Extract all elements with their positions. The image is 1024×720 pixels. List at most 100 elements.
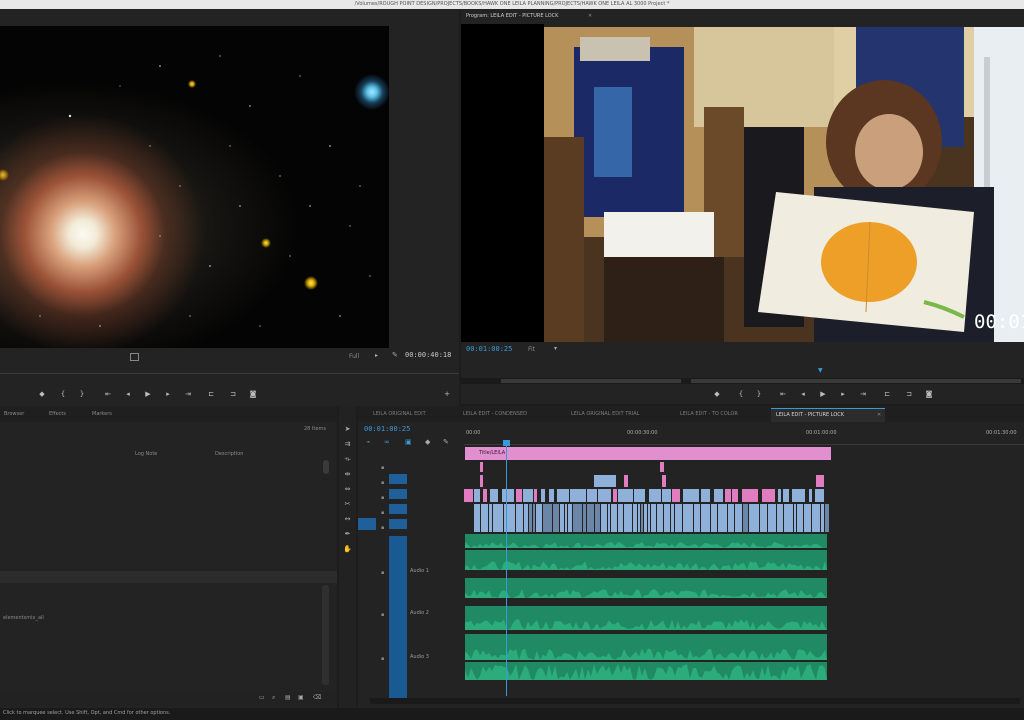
- video-clip[interactable]: [516, 504, 523, 532]
- program-zoom-scroll[interactable]: [461, 378, 1024, 384]
- video-clip[interactable]: [549, 489, 554, 502]
- video-clip[interactable]: [783, 489, 789, 502]
- track-select-tool-icon[interactable]: ⇉: [343, 440, 352, 449]
- source-patch-v1[interactable]: [358, 518, 376, 530]
- video-clip[interactable]: [618, 504, 623, 532]
- tab-markers[interactable]: Markers: [92, 411, 112, 417]
- video-clip[interactable]: [523, 489, 533, 502]
- video-clip[interactable]: [502, 489, 514, 502]
- video-clip[interactable]: [683, 504, 693, 532]
- video-clip[interactable]: [711, 504, 717, 532]
- video-clip[interactable]: [672, 489, 680, 502]
- lock-icon[interactable]: ▪: [381, 495, 384, 501]
- program-fit-dropdown[interactable]: Fit: [528, 346, 535, 353]
- tab-sequence-picture-lock-active[interactable]: LEILA EDIT - PICTURE LOCK ✕: [771, 408, 885, 422]
- video-clip[interactable]: [624, 475, 628, 487]
- lock-icon[interactable]: ▪: [381, 656, 384, 662]
- title-clip[interactable]: Title/LEILA: [465, 447, 831, 460]
- tab-sequence-original-edit[interactable]: LEILA ORIGINAL EDIT: [373, 408, 426, 421]
- video-clip[interactable]: [804, 504, 811, 532]
- video-clip[interactable]: [768, 504, 776, 532]
- program-timecode[interactable]: 00:01:00:25: [466, 345, 512, 353]
- lock-icon[interactable]: ▪: [381, 465, 384, 471]
- column-header-log-note[interactable]: Log Note: [135, 451, 157, 457]
- video-clip[interactable]: [762, 489, 775, 502]
- search-icon[interactable]: ⌕: [272, 694, 275, 702]
- video-clip[interactable]: [648, 504, 650, 532]
- target-v1[interactable]: [389, 519, 407, 529]
- video-clip[interactable]: [662, 489, 671, 502]
- video-clip[interactable]: [618, 489, 633, 502]
- go-to-in-icon[interactable]: ⇤: [104, 390, 112, 398]
- video-clip[interactable]: [749, 504, 759, 532]
- zoom-scroll-handle[interactable]: [501, 379, 681, 383]
- video-clip[interactable]: [797, 504, 803, 532]
- video-clip[interactable]: [641, 504, 643, 532]
- timeline-scrollbar[interactable]: [370, 698, 1020, 704]
- ripple-edit-tool-icon[interactable]: ⟛: [343, 455, 352, 464]
- video-clip[interactable]: [760, 504, 767, 532]
- video-clip[interactable]: [794, 504, 796, 532]
- video-clip[interactable]: [489, 504, 492, 532]
- extract-icon[interactable]: ⊐: [905, 390, 913, 398]
- monitor-settings-icon[interactable]: [130, 353, 139, 361]
- project-list-row[interactable]: [0, 571, 337, 583]
- step-forward-icon[interactable]: ▸: [164, 390, 172, 398]
- tab-effects[interactable]: Effects: [49, 411, 66, 417]
- program-settings-icon[interactable]: ▾: [554, 345, 557, 352]
- playhead-handle[interactable]: [503, 440, 510, 446]
- video-clip[interactable]: [608, 504, 610, 532]
- rolling-edit-tool-icon[interactable]: ⇹: [343, 470, 352, 479]
- timeline-settings-icon[interactable]: ◆: [425, 438, 430, 446]
- video-clip[interactable]: [675, 504, 682, 532]
- video-clip[interactable]: [660, 462, 664, 472]
- video-clip[interactable]: [481, 504, 488, 532]
- linked-selection-icon[interactable]: ∞: [384, 438, 390, 446]
- hand-tool-icon[interactable]: ✋: [343, 545, 352, 554]
- video-clip[interactable]: [490, 489, 498, 502]
- video-clip[interactable]: [573, 504, 582, 532]
- video-clip[interactable]: [533, 504, 535, 532]
- video-clip[interactable]: [714, 489, 723, 502]
- video-clip[interactable]: [649, 489, 661, 502]
- video-clip[interactable]: [815, 489, 824, 502]
- tab-browser[interactable]: Browser: [4, 411, 24, 417]
- marker-icon[interactable]: ◆: [38, 390, 46, 398]
- overwrite-icon[interactable]: ⊐: [229, 390, 237, 398]
- video-clip[interactable]: [474, 489, 480, 502]
- video-clip[interactable]: [529, 504, 532, 532]
- slip-tool-icon[interactable]: ↔: [343, 515, 352, 524]
- source-scrubber[interactable]: [0, 373, 459, 374]
- video-clip[interactable]: [633, 504, 637, 532]
- target-v3[interactable]: [389, 489, 407, 499]
- video-clip[interactable]: [595, 504, 600, 532]
- video-clip[interactable]: [809, 489, 812, 502]
- video-clip[interactable]: [718, 504, 727, 532]
- close-sequence-icon[interactable]: ✕: [877, 409, 881, 422]
- video-clip[interactable]: [483, 489, 487, 502]
- program-play-icon[interactable]: ▶: [819, 390, 827, 398]
- playhead[interactable]: [506, 440, 507, 696]
- video-clip[interactable]: [624, 504, 632, 532]
- video-clip[interactable]: [474, 504, 480, 532]
- video-clip[interactable]: [671, 504, 674, 532]
- step-back-icon[interactable]: ◂: [124, 390, 132, 398]
- source-add-button-icon[interactable]: +: [443, 390, 451, 398]
- column-header-description[interactable]: Description: [215, 451, 243, 457]
- project-item-name[interactable]: elementsmix_all: [3, 615, 44, 621]
- video-clip[interactable]: [638, 504, 640, 532]
- play-icon[interactable]: ▶: [144, 390, 152, 398]
- video-clip[interactable]: [464, 489, 473, 502]
- wrench-icon[interactable]: ✎: [392, 351, 398, 359]
- video-clip[interactable]: [480, 462, 483, 472]
- mark-in-icon[interactable]: {: [59, 390, 67, 398]
- snap-icon[interactable]: ⌁: [366, 438, 370, 446]
- tab-sequence-condensed[interactable]: LEILA EDIT - CONDENSED: [463, 408, 527, 421]
- video-clip[interactable]: [742, 489, 758, 502]
- video-clip[interactable]: [735, 504, 742, 532]
- folder-icon[interactable]: ▤: [285, 694, 291, 701]
- video-clip[interactable]: [565, 504, 567, 532]
- lock-icon[interactable]: ▪: [381, 612, 384, 618]
- video-clip[interactable]: [587, 489, 597, 502]
- video-clip[interactable]: [557, 489, 569, 502]
